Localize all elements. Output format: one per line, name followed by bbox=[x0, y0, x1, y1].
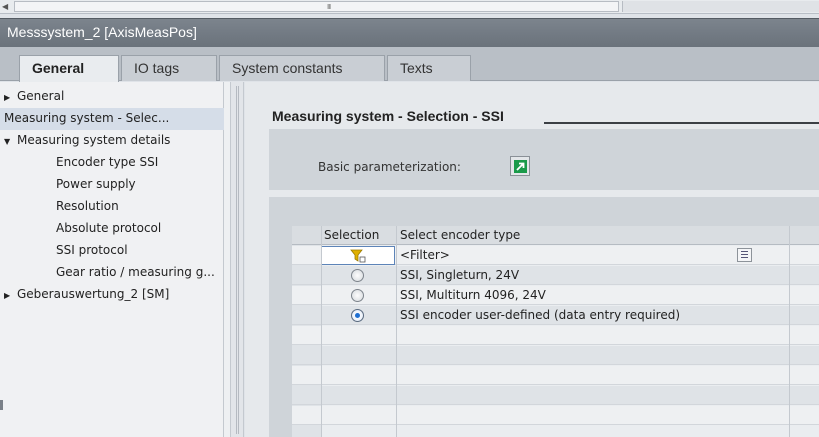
properties-window: ◀ III Messsystem_2 [AxisMeasPos] General… bbox=[0, 0, 819, 437]
nav-item-label: Measuring system details bbox=[17, 133, 171, 147]
column-divider[interactable] bbox=[789, 226, 790, 437]
table-row[interactable]: SSI, Singleturn, 24V bbox=[292, 266, 819, 285]
nav-item-measuring-system-selection[interactable]: Measuring system - Selec... bbox=[0, 108, 224, 130]
section-title: Measuring system - Selection - SSI bbox=[272, 108, 504, 124]
scrollbar-track[interactable] bbox=[622, 1, 819, 12]
table-row-empty bbox=[292, 386, 819, 405]
tab-system-constants[interactable]: System constants bbox=[219, 55, 385, 81]
column-header-encoder-type[interactable]: Select encoder type bbox=[400, 228, 520, 242]
nav-item-encoder-type-ssi[interactable]: Encoder type SSI bbox=[0, 152, 224, 174]
table-row[interactable]: SSI, Multiturn 4096, 24V bbox=[292, 286, 819, 305]
filter-row: <Filter> bbox=[292, 246, 819, 265]
nav-item-gear-ratio[interactable]: Gear ratio / measuring g... bbox=[0, 262, 224, 284]
filter-input[interactable] bbox=[321, 246, 395, 265]
radio-singleturn[interactable] bbox=[351, 269, 364, 282]
basic-parameterization-button[interactable] bbox=[510, 156, 530, 176]
radio-multiturn[interactable] bbox=[351, 289, 364, 302]
window-title-bar: Messsystem_2 [AxisMeasPos] bbox=[0, 18, 819, 47]
nav-item-geberauswertung[interactable]: ▶ Geberauswertung_2 [SM] bbox=[0, 284, 224, 306]
encoder-type-label: SSI, Multiturn 4096, 24V bbox=[400, 288, 546, 302]
nav-item-resolution[interactable]: Resolution bbox=[0, 196, 224, 218]
filter-text[interactable]: <Filter> bbox=[400, 248, 450, 262]
launch-arrow-icon bbox=[514, 160, 527, 173]
basic-parameterization-label: Basic parameterization: bbox=[318, 160, 461, 174]
nav-item-measuring-system-details[interactable]: ▼ Measuring system details bbox=[0, 130, 224, 152]
expand-triangle-icon[interactable]: ▶ bbox=[4, 88, 14, 108]
table-row-empty bbox=[292, 346, 819, 365]
column-divider bbox=[321, 226, 322, 437]
column-divider[interactable] bbox=[396, 226, 397, 437]
main-content: Measuring system - Selection - SSI Basic… bbox=[245, 82, 819, 437]
table-row-empty bbox=[292, 326, 819, 345]
scroll-left-arrow-icon[interactable]: ◀ bbox=[2, 2, 12, 12]
nav-item-general[interactable]: ▶ General bbox=[0, 86, 224, 108]
radio-selected-dot bbox=[355, 313, 360, 318]
table-row[interactable]: SSI encoder user-defined (data entry req… bbox=[292, 306, 819, 325]
encoder-type-label: SSI, Singleturn, 24V bbox=[400, 268, 520, 282]
table-header: Selection Select encoder type bbox=[292, 226, 819, 245]
scrollbar-thumb[interactable]: III bbox=[14, 1, 619, 12]
tab-general[interactable]: General bbox=[19, 55, 119, 82]
filter-list-icon[interactable] bbox=[737, 248, 752, 262]
navigation-tree: ▶ General Measuring system - Selec... ▼ Me… bbox=[0, 82, 230, 437]
filter-funnel-icon bbox=[350, 249, 366, 263]
tab-io-tags[interactable]: IO tags bbox=[121, 55, 217, 81]
nav-item-label: Geberauswertung_2 [SM] bbox=[17, 287, 170, 301]
nav-item-ssi-protocol[interactable]: SSI protocol bbox=[0, 240, 224, 262]
expand-triangle-icon[interactable]: ▶ bbox=[4, 286, 14, 306]
scrollbar-grip: III bbox=[327, 3, 331, 11]
radio-user-defined[interactable] bbox=[351, 309, 364, 322]
nav-item-label: General bbox=[17, 89, 65, 103]
nav-item-absolute-protocol[interactable]: Absolute protocol bbox=[0, 218, 224, 240]
column-header-selection[interactable]: Selection bbox=[324, 228, 379, 242]
table-row-empty bbox=[292, 366, 819, 385]
nav-splitter[interactable] bbox=[230, 82, 244, 437]
window-title: Messsystem_2 [AxisMeasPos] bbox=[7, 24, 197, 40]
encoder-type-table: Selection Select encoder type <Filter> S… bbox=[292, 226, 819, 437]
splitter-grip[interactable] bbox=[236, 86, 239, 434]
nav-item-power-supply[interactable]: Power supply bbox=[0, 174, 224, 196]
table-row-empty bbox=[292, 406, 819, 425]
navigation-list: ▶ General Measuring system - Selec... ▼ Me… bbox=[0, 82, 224, 437]
horizontal-scrollbar[interactable]: ◀ III bbox=[0, 0, 819, 14]
tab-strip: General IO tags System constants Texts bbox=[0, 47, 819, 82]
collapse-triangle-icon[interactable]: ▼ bbox=[4, 132, 14, 152]
left-edge-marker bbox=[0, 400, 3, 410]
section-divider bbox=[544, 122, 819, 124]
nav-item-label: Measuring system - Selec... bbox=[4, 111, 170, 125]
tab-texts[interactable]: Texts bbox=[387, 55, 471, 81]
encoder-type-label: SSI encoder user-defined (data entry req… bbox=[400, 308, 681, 322]
